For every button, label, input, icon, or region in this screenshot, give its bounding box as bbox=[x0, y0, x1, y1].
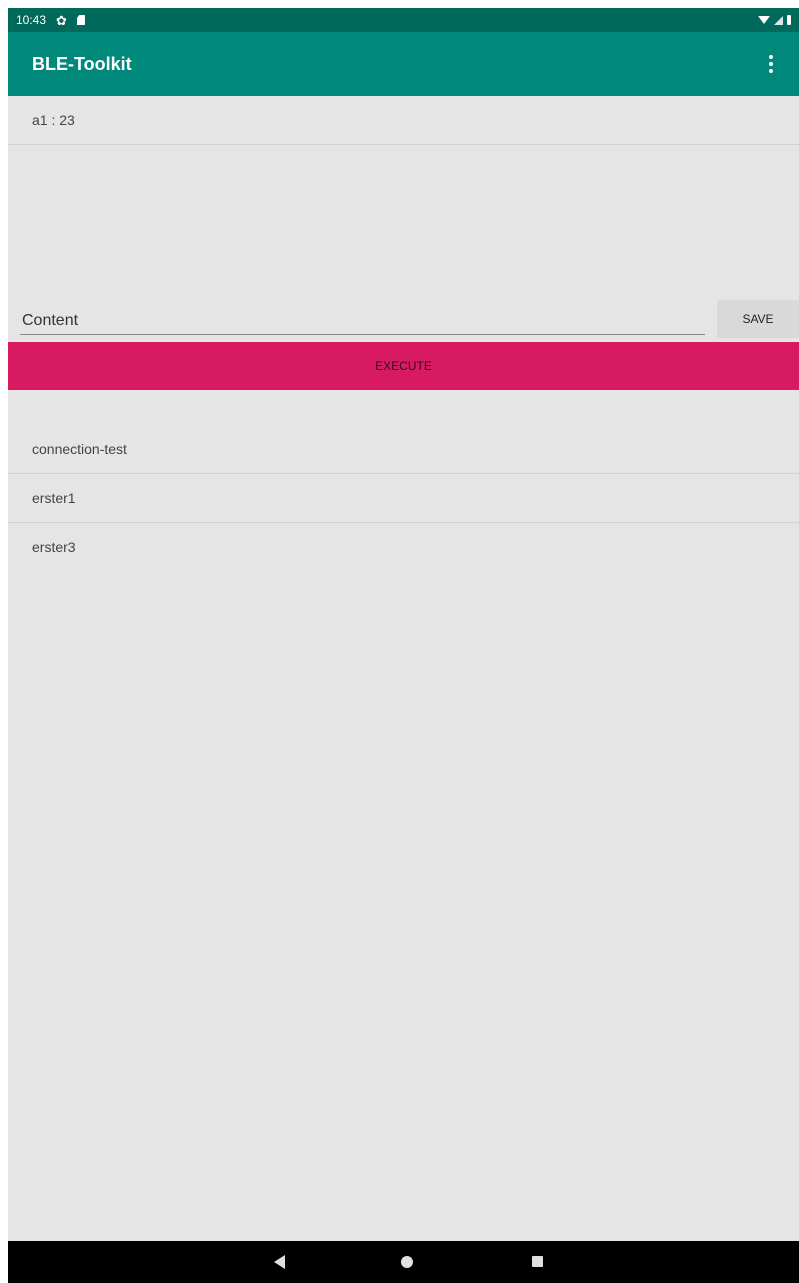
device-row: a1 : 23 bbox=[8, 96, 799, 145]
content-input[interactable] bbox=[20, 308, 705, 335]
app-bar: BLE-Toolkit bbox=[8, 32, 799, 96]
device-label: a1 : 23 bbox=[32, 112, 75, 128]
list-item-label: erster1 bbox=[32, 490, 76, 506]
status-bar: 10:43 ✿ bbox=[8, 8, 799, 32]
script-list: connection-test erster1 erster3 bbox=[8, 425, 799, 571]
navigation-bar bbox=[8, 1241, 799, 1283]
list-item-label: erster3 bbox=[32, 539, 76, 555]
status-bar-left: 10:43 ✿ bbox=[8, 13, 85, 27]
gear-icon: ✿ bbox=[56, 12, 67, 28]
sd-card-icon bbox=[76, 15, 85, 25]
home-icon[interactable] bbox=[401, 1256, 413, 1268]
menu-dot bbox=[769, 62, 773, 66]
list-item[interactable]: erster3 bbox=[8, 523, 799, 571]
menu-dot bbox=[769, 69, 773, 73]
list-item[interactable]: erster1 bbox=[8, 474, 799, 523]
status-bar-right bbox=[758, 15, 799, 25]
execute-button[interactable]: EXECUTE bbox=[8, 342, 799, 390]
signal-icon bbox=[774, 15, 783, 25]
overflow-menu-icon[interactable] bbox=[751, 44, 791, 84]
list-item[interactable]: connection-test bbox=[8, 425, 799, 474]
status-time: 10:43 bbox=[16, 13, 47, 27]
wifi-icon bbox=[758, 16, 770, 24]
app-title: BLE-Toolkit bbox=[32, 53, 132, 74]
app-screen: 10:43 ✿ BLE-Toolkit a1 : 23 SAVE EXECUTE… bbox=[8, 8, 799, 1283]
save-button[interactable]: SAVE bbox=[717, 300, 799, 338]
menu-dot bbox=[769, 55, 773, 59]
battery-icon bbox=[787, 15, 791, 25]
list-item-label: connection-test bbox=[32, 441, 127, 457]
back-icon[interactable] bbox=[274, 1255, 285, 1269]
recents-icon[interactable] bbox=[532, 1256, 543, 1267]
